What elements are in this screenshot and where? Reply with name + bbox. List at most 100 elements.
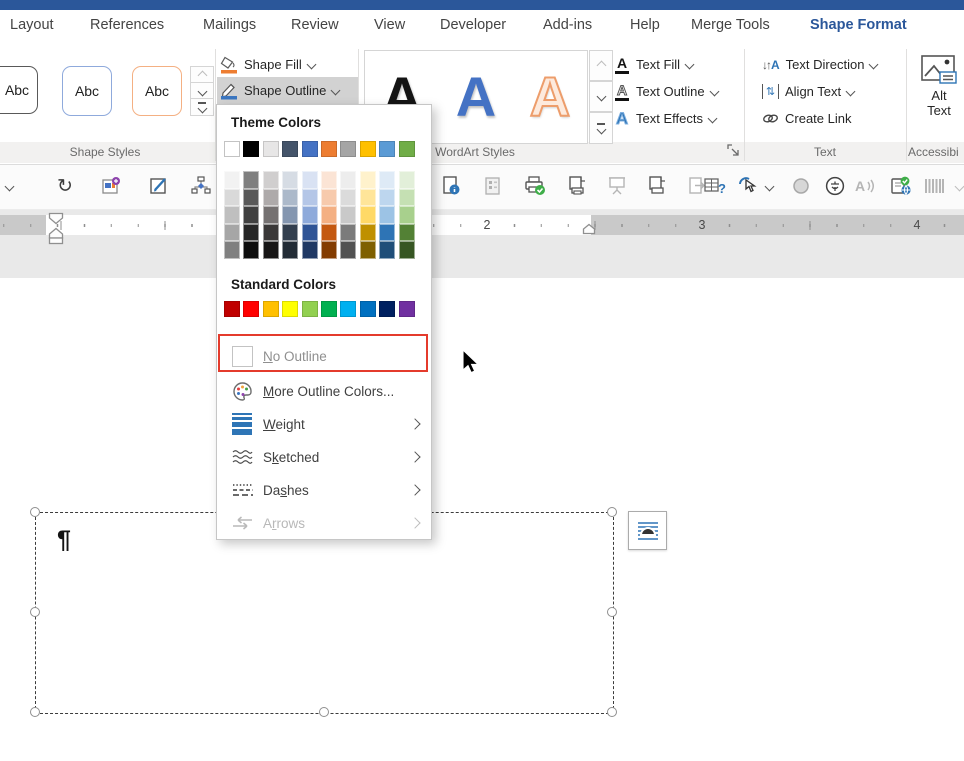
color-swatch[interactable]	[224, 141, 240, 157]
resize-handle-top-left[interactable]	[30, 507, 40, 517]
barcode-chevron-icon[interactable]	[946, 173, 964, 199]
color-swatch[interactable]	[224, 301, 240, 317]
color-swatch[interactable]	[224, 171, 240, 189]
color-swatch[interactable]	[243, 206, 260, 224]
shape-styles-more-button[interactable]	[190, 98, 214, 116]
color-swatch[interactable]	[282, 188, 299, 207]
text-box-shape[interactable]	[35, 512, 614, 714]
text-fill-button[interactable]: A Text Fill	[614, 52, 695, 77]
table-help-icon[interactable]: ?	[702, 173, 728, 199]
color-swatch[interactable]	[398, 206, 415, 224]
color-swatch[interactable]	[301, 301, 318, 317]
color-swatch[interactable]	[301, 241, 318, 259]
color-swatch[interactable]	[398, 188, 415, 207]
resize-handle-bottom-right[interactable]	[607, 707, 617, 717]
doc-info-icon[interactable]	[438, 173, 464, 199]
wordart-style-orange[interactable]: A	[529, 68, 571, 126]
addin-icon[interactable]	[98, 173, 124, 199]
align-text-button[interactable]: ⇅ Align Text	[762, 79, 856, 104]
tab-merge-tools[interactable]: Merge Tools	[691, 17, 770, 33]
tab-review[interactable]: Review	[291, 17, 339, 33]
color-swatch[interactable]	[379, 141, 396, 157]
document-canvas[interactable]: ¶	[0, 278, 964, 761]
color-swatch[interactable]	[243, 223, 260, 242]
menu-item-dashes[interactable]: Dashes	[217, 475, 431, 505]
wordart-style-blue[interactable]: A	[456, 69, 496, 125]
text-effects-button[interactable]: A Text Effects	[614, 106, 718, 131]
color-swatch[interactable]	[320, 188, 337, 207]
wordart-more-button[interactable]	[589, 112, 613, 144]
menu-item-sketched[interactable]: Sketched	[217, 442, 431, 472]
color-swatch[interactable]	[224, 206, 240, 224]
menu-item-weight[interactable]: Weight	[217, 409, 431, 439]
shape-style-preset-2[interactable]: Abc	[62, 66, 112, 116]
color-swatch[interactable]	[398, 301, 415, 317]
barcode-icon[interactable]	[922, 173, 948, 199]
org-chart-icon[interactable]	[188, 173, 214, 199]
color-swatch[interactable]	[301, 206, 318, 224]
color-swatch[interactable]	[262, 241, 279, 259]
color-swatch[interactable]	[379, 171, 396, 189]
color-swatch[interactable]	[359, 206, 376, 224]
color-swatch[interactable]	[301, 223, 318, 242]
color-swatch[interactable]	[243, 188, 260, 207]
color-swatch[interactable]	[359, 301, 376, 317]
resize-handle-middle-left[interactable]	[30, 607, 40, 617]
overflow-chevron-icon[interactable]	[0, 173, 22, 199]
color-swatch[interactable]	[243, 301, 260, 317]
color-swatch[interactable]	[262, 301, 279, 317]
color-swatch[interactable]	[243, 141, 260, 157]
color-swatch[interactable]	[379, 223, 396, 242]
color-swatch[interactable]	[262, 206, 279, 224]
tab-view[interactable]: View	[374, 17, 405, 33]
shape-style-preset-1[interactable]: Abc	[0, 66, 38, 114]
indent-markers[interactable]	[48, 212, 64, 245]
horizontal-ruler[interactable]: 2 3 4	[0, 215, 964, 235]
print-doc-icon[interactable]	[644, 173, 670, 199]
color-swatch[interactable]	[282, 223, 299, 242]
resize-handle-bottom-center[interactable]	[319, 707, 329, 717]
create-link-button[interactable]: Create Link	[762, 106, 857, 131]
color-swatch[interactable]	[340, 241, 357, 259]
color-swatch[interactable]	[379, 301, 396, 317]
resize-handle-bottom-left[interactable]	[30, 707, 40, 717]
tab-shape-format[interactable]: Shape Format	[810, 17, 907, 33]
color-swatch[interactable]	[301, 141, 318, 157]
color-swatch[interactable]	[340, 301, 357, 317]
record-icon[interactable]	[788, 173, 814, 199]
color-swatch[interactable]	[282, 171, 299, 189]
color-swatch[interactable]	[359, 171, 376, 189]
color-swatch[interactable]	[282, 301, 299, 317]
color-swatch[interactable]	[320, 301, 337, 317]
color-swatch[interactable]	[243, 171, 260, 189]
color-swatch[interactable]	[359, 223, 376, 242]
color-swatch[interactable]	[262, 141, 279, 157]
wordart-dialog-launcher-icon[interactable]	[727, 144, 741, 158]
layout-options-button[interactable]	[628, 511, 667, 550]
color-swatch[interactable]	[340, 141, 357, 157]
color-swatch[interactable]	[282, 141, 299, 157]
resize-handle-middle-right[interactable]	[607, 607, 617, 617]
color-swatch[interactable]	[320, 171, 337, 189]
color-swatch[interactable]	[359, 241, 376, 259]
tab-mailings[interactable]: Mailings	[203, 17, 256, 33]
color-swatch[interactable]	[282, 206, 299, 224]
touch-mode-chevron-icon[interactable]	[756, 173, 782, 199]
color-swatch[interactable]	[398, 141, 415, 157]
tab-references[interactable]: References	[90, 17, 164, 33]
color-swatch[interactable]	[379, 206, 396, 224]
alt-text-button[interactable]: Alt Text	[914, 54, 964, 118]
color-swatch[interactable]	[301, 171, 318, 189]
text-direction-button[interactable]: ↓↑ A Text Direction	[762, 52, 879, 77]
color-swatch[interactable]	[340, 188, 357, 207]
color-swatch[interactable]	[262, 188, 279, 207]
wordart-scroll-up-button[interactable]	[589, 50, 613, 81]
color-swatch[interactable]	[340, 223, 357, 242]
presentation-icon[interactable]	[604, 173, 630, 199]
menu-item-more-outline-colors[interactable]: More Outline Colors...	[217, 376, 431, 406]
shape-fill-button[interactable]: Shape Fill	[220, 52, 317, 77]
form-edit-icon[interactable]	[146, 173, 172, 199]
doc-properties-icon[interactable]	[480, 173, 506, 199]
tab-addins[interactable]: Add-ins	[543, 17, 592, 33]
color-swatch[interactable]	[224, 241, 240, 259]
